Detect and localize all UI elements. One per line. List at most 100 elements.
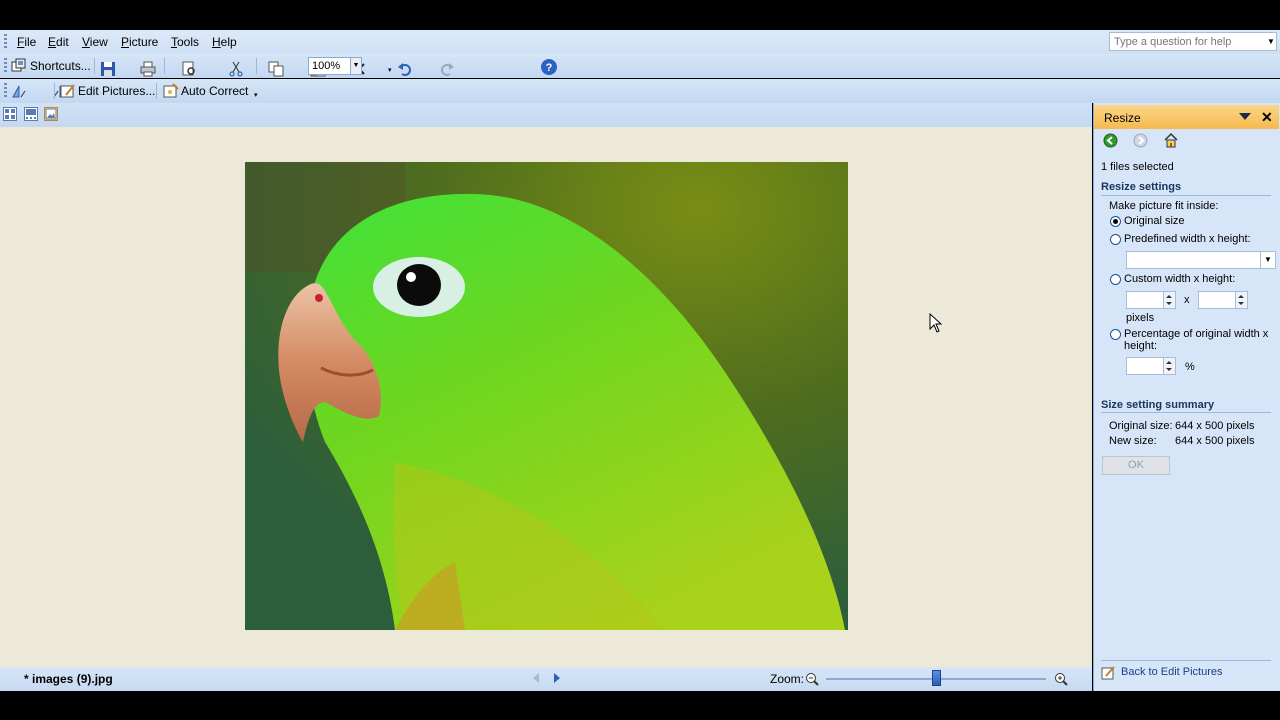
fit-inside-label: Make picture fit inside: xyxy=(1109,200,1219,212)
auto-correct-button[interactable]: Auto Correct xyxy=(163,82,248,100)
menu-help[interactable]: Help xyxy=(212,35,237,49)
help-icon[interactable]: ? xyxy=(540,58,558,76)
custom-times-label: x xyxy=(1184,294,1190,306)
shortcuts-button[interactable]: Shortcuts... xyxy=(11,57,91,75)
view-bar xyxy=(0,103,1092,127)
toolbar-grip xyxy=(4,58,7,74)
radio-custom-label: Custom width x height: xyxy=(1124,273,1236,285)
menu-tools[interactable]: Tools xyxy=(171,35,199,49)
zoom-select-value: 100% xyxy=(312,60,341,72)
standard-toolbar: Shortcuts... 100% ▼ ? ▾ xyxy=(0,54,1280,78)
chevron-down-icon[interactable]: ▼ xyxy=(1266,33,1276,50)
files-selected-text: 1 files selected xyxy=(1101,161,1174,173)
section-divider xyxy=(1101,412,1271,413)
menu-bar: File Edit View Picture Tools Help xyxy=(0,30,1280,54)
edit-pictures-button[interactable]: Edit Pictures... xyxy=(60,82,155,100)
previous-picture-icon[interactable] xyxy=(533,673,539,683)
close-icon[interactable]: ✕ xyxy=(1261,109,1273,126)
shortcuts-label: Shortcuts... xyxy=(30,59,91,73)
original-size-label: Original size: xyxy=(1109,420,1173,432)
rotate-left-icon[interactable] xyxy=(11,83,27,99)
back-to-edit-pictures-link[interactable]: Back to Edit Pictures xyxy=(1121,666,1223,678)
new-size-value: 644 x 500 pixels xyxy=(1175,435,1255,447)
zoom-select[interactable]: 100% ▼ xyxy=(308,57,362,75)
chevron-down-icon[interactable]: ▼ xyxy=(1260,252,1275,268)
save-icon[interactable] xyxy=(100,61,116,77)
screen-top-border xyxy=(0,0,1280,30)
predefined-size-select[interactable]: ▼ xyxy=(1126,251,1276,269)
spinner-arrows-icon[interactable] xyxy=(1163,292,1175,308)
current-filename: * images (9).jpg xyxy=(24,672,113,686)
cut-icon[interactable] xyxy=(228,61,244,77)
toolbar-separator xyxy=(256,58,257,74)
chevron-down-icon[interactable]: ▼ xyxy=(350,58,361,74)
radio-percentage-label: Percentage of original width x height: xyxy=(1124,328,1269,352)
thumbnails-view-icon[interactable] xyxy=(3,107,17,121)
percentage-stepper[interactable] xyxy=(1126,357,1176,375)
print-icon[interactable] xyxy=(140,61,156,77)
filmstrip-view-icon[interactable] xyxy=(24,107,38,121)
section-divider xyxy=(1101,195,1271,196)
original-size-value: 644 x 500 pixels xyxy=(1175,420,1255,432)
home-icon[interactable] xyxy=(1163,132,1179,148)
single-picture-view-icon[interactable] xyxy=(44,107,58,121)
auto-correct-icon xyxy=(163,83,179,98)
radio-predefined[interactable] xyxy=(1110,234,1121,245)
edit-pictures-label: Edit Pictures... xyxy=(78,84,156,98)
toolbar-separator xyxy=(94,58,95,74)
radio-original-size-label: Original size xyxy=(1124,215,1185,227)
undo-icon[interactable] xyxy=(397,61,413,77)
screen-bottom-border xyxy=(0,691,1280,720)
back-arrow-icon[interactable] xyxy=(1103,133,1118,148)
task-pane-title: Resize xyxy=(1104,111,1141,125)
toolbar-options-icon[interactable]: ▾ xyxy=(254,91,258,99)
custom-units-label: pixels xyxy=(1126,312,1155,324)
radio-original-size[interactable] xyxy=(1110,216,1121,227)
menu-grip xyxy=(4,34,7,50)
edit-pictures-icon xyxy=(60,84,75,98)
zoom-out-icon[interactable] xyxy=(805,672,819,686)
radio-predefined-label: Predefined width x height: xyxy=(1124,233,1251,245)
toolbar-separator xyxy=(164,58,165,74)
help-search-placeholder: Type a question for help xyxy=(1114,36,1232,48)
radio-custom[interactable] xyxy=(1110,274,1121,285)
parrot-photo xyxy=(245,162,848,630)
toolbar-options-icon[interactable]: ▾ xyxy=(388,66,392,74)
menu-edit[interactable]: Edit xyxy=(48,35,69,49)
new-size-label: New size: xyxy=(1109,435,1157,447)
spinner-arrows-icon[interactable] xyxy=(1235,292,1247,308)
toolbar-grip xyxy=(4,83,7,99)
toolbar-separator xyxy=(54,83,55,99)
ok-button[interactable]: OK xyxy=(1102,456,1170,475)
forward-arrow-icon[interactable] xyxy=(1133,133,1148,148)
help-search-input[interactable]: Type a question for help ▼ xyxy=(1109,32,1277,51)
custom-height-stepper[interactable] xyxy=(1198,291,1248,309)
redo-icon[interactable] xyxy=(439,61,455,77)
radio-percentage[interactable] xyxy=(1110,329,1121,340)
menu-view[interactable]: View xyxy=(82,35,108,49)
custom-width-stepper[interactable] xyxy=(1126,291,1176,309)
svg-text:?: ? xyxy=(546,62,553,74)
section-divider xyxy=(1101,660,1271,661)
next-picture-icon[interactable] xyxy=(554,673,560,683)
picture-toolbar: Edit Pictures... Auto Correct ▾ xyxy=(0,79,1280,103)
toolbar-separator xyxy=(156,83,157,99)
menu-file[interactable]: File xyxy=(17,35,36,49)
percent-symbol: % xyxy=(1185,361,1195,373)
edit-pictures-icon xyxy=(1101,666,1115,680)
summary-heading: Size setting summary xyxy=(1101,399,1215,411)
mouse-pointer-icon xyxy=(929,313,943,333)
task-pane-menu-icon[interactable] xyxy=(1238,111,1252,121)
zoom-label: Zoom: xyxy=(770,672,805,686)
print-preview-icon[interactable] xyxy=(181,61,197,77)
resize-settings-heading: Resize settings xyxy=(1101,181,1182,193)
shortcuts-icon xyxy=(11,58,26,72)
copy-icon[interactable] xyxy=(268,61,284,77)
task-pane-header: Resize ✕ xyxy=(1094,105,1279,129)
menu-picture[interactable]: Picture xyxy=(121,35,158,49)
auto-correct-label: Auto Correct xyxy=(181,84,249,98)
zoom-slider-thumb[interactable] xyxy=(931,670,941,686)
spinner-arrows-icon[interactable] xyxy=(1163,358,1175,374)
resize-task-pane: Resize ✕ 1 files selected Resize setting… xyxy=(1093,103,1280,691)
zoom-in-icon[interactable] xyxy=(1054,672,1068,686)
